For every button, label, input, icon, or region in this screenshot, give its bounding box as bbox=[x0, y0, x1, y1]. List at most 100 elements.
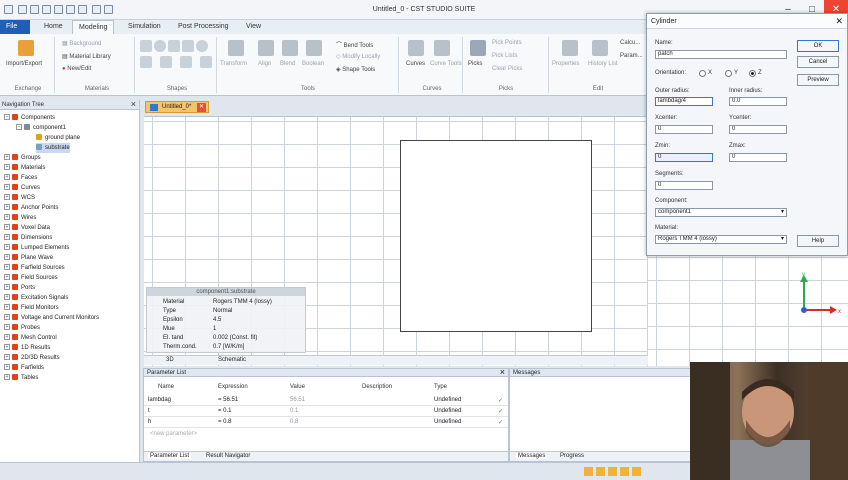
collapse-icon[interactable]: − bbox=[4, 114, 10, 121]
parameter-name-cell[interactable]: lambdag bbox=[148, 397, 171, 403]
new-edit-material-button[interactable]: ● New/Edit bbox=[62, 66, 91, 72]
torus-icon[interactable] bbox=[196, 40, 208, 52]
tree-item-field-sources[interactable]: + Field Sources bbox=[4, 273, 58, 283]
curves-button[interactable]: Curves bbox=[406, 61, 425, 67]
shape-tools-button[interactable]: ◈ Shape Tools bbox=[336, 66, 375, 73]
tree-item-excitation-signals[interactable]: + Excitation Signals bbox=[4, 293, 68, 303]
expand-icon[interactable]: + bbox=[4, 164, 10, 171]
expand-icon[interactable]: + bbox=[4, 364, 10, 371]
bend-tools-button[interactable]: ⌒ Bend Tools bbox=[336, 40, 373, 49]
parameter-type-cell[interactable]: Undefined bbox=[434, 408, 461, 414]
parameter-type-cell[interactable]: Undefined bbox=[434, 419, 461, 425]
parameter-row[interactable]: h = 0.8 0.8 Undefined ✓ bbox=[144, 417, 508, 428]
loft-icon[interactable] bbox=[180, 56, 192, 68]
tree-item-dimensions[interactable]: + Dimensions bbox=[4, 233, 52, 243]
substrate-shape[interactable] bbox=[400, 140, 592, 332]
column-name[interactable]: Name bbox=[158, 384, 174, 390]
tree-item-ground-plane[interactable]: ground plane bbox=[36, 133, 80, 143]
expand-icon[interactable]: + bbox=[4, 334, 10, 341]
expand-icon[interactable]: + bbox=[4, 224, 10, 231]
tree-item-materials[interactable]: + Materials bbox=[4, 163, 45, 173]
parameter-name-cell[interactable]: t bbox=[148, 408, 150, 414]
properties-button[interactable]: Properties bbox=[552, 61, 579, 67]
tree-item-voltage-and-current-monitors[interactable]: + Voltage and Current Monitors bbox=[4, 313, 99, 323]
expand-icon[interactable]: + bbox=[4, 284, 10, 291]
tree-item-substrate[interactable]: substrate bbox=[36, 143, 70, 153]
tree-item-2d-3d-results[interactable]: +2D/3D Results bbox=[4, 353, 60, 363]
tab-3d[interactable]: 3D bbox=[166, 357, 174, 363]
expand-icon[interactable]: + bbox=[4, 274, 10, 281]
preview-button[interactable]: Preview bbox=[797, 74, 839, 86]
help-button[interactable]: Help bbox=[797, 235, 839, 247]
ok-button[interactable]: OK bbox=[797, 40, 839, 52]
expand-icon[interactable]: + bbox=[4, 244, 10, 251]
pan-icon[interactable] bbox=[596, 467, 605, 476]
boolean-button[interactable]: Boolean bbox=[302, 61, 324, 67]
clear-picks-button[interactable]: Clear Picks bbox=[492, 66, 522, 72]
blend-button[interactable]: Blend bbox=[280, 61, 295, 67]
expand-icon[interactable]: + bbox=[4, 154, 10, 161]
calculator-button[interactable]: Calcu... bbox=[620, 40, 640, 46]
expand-icon[interactable]: + bbox=[4, 214, 10, 221]
expand-icon[interactable]: + bbox=[4, 344, 10, 351]
expand-icon[interactable]: + bbox=[4, 374, 10, 381]
tree-item-lumped-elements[interactable]: + Lumped Elements bbox=[4, 243, 69, 253]
tab-messages[interactable]: Messages bbox=[516, 453, 548, 459]
expand-icon[interactable]: + bbox=[4, 294, 10, 301]
shape-icon[interactable] bbox=[200, 56, 212, 68]
tree-item-component1[interactable]: − component1 bbox=[16, 123, 66, 133]
xcenter-input[interactable]: 0 bbox=[655, 125, 713, 134]
curve-tools-button[interactable]: Curve Tools bbox=[430, 61, 462, 67]
picks-button[interactable]: Picks bbox=[468, 61, 482, 67]
expand-icon[interactable]: + bbox=[4, 314, 10, 321]
sphere-icon[interactable] bbox=[154, 40, 166, 52]
tab-post-processing[interactable]: Post Processing bbox=[172, 20, 235, 34]
transform-button[interactable]: Transform bbox=[220, 61, 247, 67]
fit-view-icon[interactable] bbox=[620, 467, 629, 476]
align-button[interactable]: Align bbox=[258, 61, 271, 67]
parameter-value-cell[interactable]: 0.8 bbox=[290, 419, 298, 425]
ycenter-input[interactable]: 0 bbox=[729, 125, 787, 134]
cancel-button[interactable]: Cancel bbox=[797, 56, 839, 68]
orientation-y-radio[interactable] bbox=[725, 70, 732, 77]
tab-result-navigator[interactable]: Result Navigator bbox=[206, 453, 250, 459]
pick-lists-button[interactable]: Pick Lists bbox=[492, 53, 517, 59]
name-input[interactable]: patch bbox=[655, 50, 787, 59]
tree-item-faces[interactable]: + Faces bbox=[4, 173, 37, 183]
column-value[interactable]: Value bbox=[290, 384, 305, 390]
collapse-icon[interactable]: − bbox=[16, 124, 22, 131]
material-select[interactable]: Rogers TMM 4 (lossy) ▾ bbox=[655, 235, 787, 244]
parameter-button[interactable]: Param... bbox=[620, 53, 643, 59]
tree-item-farfields[interactable]: + Farfields bbox=[4, 363, 44, 373]
parameter-expression-cell[interactable]: = 56.51 bbox=[218, 397, 238, 403]
tree-item-probes[interactable]: + Probes bbox=[4, 323, 40, 333]
column-description[interactable]: Description bbox=[362, 384, 392, 390]
tree-item-wires[interactable]: + Wires bbox=[4, 213, 36, 223]
parameter-name-cell[interactable]: h bbox=[148, 419, 151, 425]
zmin-input[interactable]: 0 bbox=[655, 153, 713, 162]
tab-modeling[interactable]: Modeling bbox=[72, 20, 115, 34]
expand-icon[interactable]: + bbox=[4, 174, 10, 181]
new-parameter-row[interactable]: <new parameter> bbox=[150, 431, 197, 437]
close-icon[interactable]: ✕ bbox=[835, 14, 843, 29]
expand-icon[interactable]: + bbox=[4, 354, 10, 361]
tree-item-ports[interactable]: + Ports bbox=[4, 283, 35, 293]
rotate-view-icon[interactable] bbox=[608, 467, 617, 476]
parameter-expression-cell[interactable]: = 0.8 bbox=[218, 419, 232, 425]
expand-icon[interactable]: + bbox=[4, 204, 10, 211]
import-export-button[interactable]: Import/Export bbox=[6, 61, 42, 67]
expand-icon[interactable]: + bbox=[4, 324, 10, 331]
modify-locally-button[interactable]: ◇ Modify Locally bbox=[336, 53, 380, 60]
close-icon[interactable]: × bbox=[131, 99, 136, 109]
tree-item-voxel-data[interactable]: + Voxel Data bbox=[4, 223, 50, 233]
parameter-expression-cell[interactable]: = 0.1 bbox=[218, 408, 232, 414]
expand-icon[interactable]: + bbox=[4, 304, 10, 311]
expand-icon[interactable]: + bbox=[4, 234, 10, 241]
perspective-icon[interactable] bbox=[632, 467, 641, 476]
tree-item-groups[interactable]: + Groups bbox=[4, 153, 41, 163]
tab-simulation[interactable]: Simulation bbox=[122, 20, 167, 34]
inner-radius-input[interactable]: 0.0 bbox=[729, 97, 787, 106]
tab-file[interactable]: File bbox=[0, 20, 30, 34]
parameter-type-cell[interactable]: Undefined bbox=[434, 397, 461, 403]
tree-item-farfield-sources[interactable]: + Farfield Sources bbox=[4, 263, 65, 273]
